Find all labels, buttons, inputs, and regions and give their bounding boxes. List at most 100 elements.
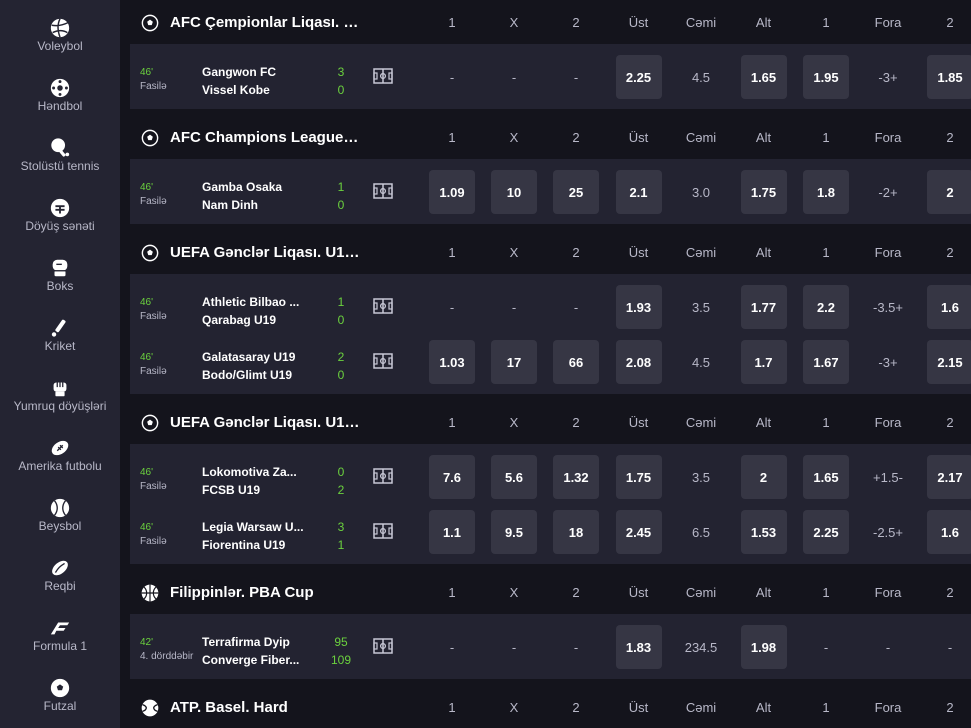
odds-value: -3+	[878, 354, 898, 370]
match-row[interactable]: 42' 4. dörddəbir Terrafirma Dyip Converge F…	[130, 619, 971, 674]
sidebar-item-rugby[interactable]: Reqbi	[0, 547, 120, 607]
sidebar-item-formula-1[interactable]: Formula 1	[0, 607, 120, 667]
league-header: AFC Champions League 2. ... 1 X 2 Üst Cəmi Alt…	[130, 115, 971, 159]
match-time: 46'	[140, 182, 154, 193]
match-teams[interactable]: Galatasaray U19 Bodo/Glimt U19	[202, 348, 320, 384]
odds-button[interactable]: 2.25	[615, 55, 662, 99]
sidebar-item-american-football[interactable]: Amerika futbolu	[0, 427, 120, 487]
odds-button[interactable]: 1.77	[740, 285, 787, 329]
odds-button[interactable]: 1.8	[803, 170, 849, 214]
sidebar-item-boxing[interactable]: Boks	[0, 247, 120, 307]
odds-button[interactable]: 1.67	[803, 340, 849, 384]
field-icon[interactable]	[373, 468, 393, 484]
sidebar-item-martial-arts[interactable]: Döyüş sənəti	[0, 187, 120, 247]
sidebar-item-futsal[interactable]: Futzal	[0, 667, 120, 727]
league-header: AFC Çempionlar Liqası. Gr... 1 X 2 Üst Cəmi Al…	[130, 0, 971, 44]
match-status: Fasilə	[140, 81, 167, 92]
column-header: 1	[448, 245, 456, 260]
sidebar-item-label: Beysbol	[38, 519, 82, 533]
match-teams[interactable]: Legia Warsaw U... Fiorentina U19	[202, 518, 320, 554]
league-title[interactable]: AFC Champions League 2. ...	[170, 129, 360, 146]
odds-button[interactable]: 1.83	[615, 625, 662, 669]
odds-value: -	[573, 639, 579, 655]
odds-button[interactable]: 66	[553, 340, 599, 384]
odds-button[interactable]: 17	[491, 340, 537, 384]
match-teams[interactable]: Terrafirma Dyip Converge Fiber...	[202, 633, 320, 669]
sidebar-item-handball[interactable]: Həndbol	[0, 67, 120, 127]
match-teams[interactable]: Athletic Bilbao ... Qarabag U19	[202, 293, 320, 329]
column-header: 1	[822, 15, 830, 30]
column-header: Fora	[874, 130, 902, 145]
field-icon[interactable]	[373, 638, 393, 654]
odds-button[interactable]: 1.75	[615, 455, 662, 499]
sidebar-item-volleyball[interactable]: Voleybol	[0, 7, 120, 67]
odds-button[interactable]: 5.6	[491, 455, 537, 499]
field-icon[interactable]	[373, 68, 393, 84]
odds-button[interactable]: 2.1	[615, 170, 662, 214]
odds-button[interactable]: 1.65	[740, 55, 787, 99]
odds-button[interactable]: 1.98	[740, 625, 787, 669]
field-icon[interactable]	[373, 353, 393, 369]
odds-button[interactable]: 2.25	[803, 510, 849, 554]
match-teams[interactable]: Gangwon FC Vissel Kobe	[202, 63, 320, 99]
match-row[interactable]: 46' Fasilə Galatasaray U19 Bodo/Glimt U19 2 0…	[130, 334, 971, 389]
odds-button[interactable]: 1.32	[553, 455, 599, 499]
odds-button[interactable]: 1.53	[740, 510, 787, 554]
odds-button[interactable]: 1.95	[803, 55, 849, 99]
odds-button[interactable]: 18	[553, 510, 599, 554]
match-row[interactable]: 46' Fasilə Athletic Bilbao ... Qarabag U19 1…	[130, 279, 971, 334]
league-title[interactable]: UEFA Gənclər Liqası. U19. ...	[170, 244, 360, 261]
odds-button[interactable]: 1.09	[429, 170, 475, 214]
odds-button[interactable]: 1.85	[927, 55, 971, 99]
league-title[interactable]: Filippinlər. PBA Cup	[170, 584, 360, 601]
field-icon[interactable]	[373, 298, 393, 314]
odds-button[interactable]: 1.6	[927, 510, 971, 554]
odds-button[interactable]: 1.75	[740, 170, 787, 214]
odds-value: 6.5	[691, 524, 711, 540]
odds-button[interactable]: 9.5	[491, 510, 537, 554]
match-teams[interactable]: Lokomotiva Za... FCSB U19	[202, 463, 320, 499]
match-teams[interactable]: Gamba Osaka Nam Dinh	[202, 178, 320, 214]
odds-button[interactable]: 1.93	[615, 285, 662, 329]
match-status: Fasilə	[140, 366, 167, 377]
odds-button[interactable]: 2	[927, 170, 971, 214]
odds-button[interactable]: 2.08	[615, 340, 662, 384]
field-icon[interactable]	[373, 523, 393, 539]
odds-button[interactable]: 1.7	[740, 340, 787, 384]
odds-button[interactable]: 1.6	[927, 285, 971, 329]
odds-button[interactable]: 1.65	[803, 455, 849, 499]
column-header: 1	[448, 700, 456, 715]
home-team: Legia Warsaw U...	[202, 520, 304, 534]
odds-button[interactable]: 2.2	[803, 285, 849, 329]
odds-button[interactable]: 2.17	[927, 455, 971, 499]
odds-button[interactable]: 25	[553, 170, 599, 214]
american-football-icon	[49, 437, 71, 459]
league-title[interactable]: ATP. Basel. Hard	[170, 699, 360, 716]
odds-button[interactable]: 2	[740, 455, 787, 499]
odds-button[interactable]: 7.6	[429, 455, 475, 499]
sidebar-item-fist-fights[interactable]: Yumruq döyüşləri	[0, 367, 120, 427]
column-header: Cəmi	[685, 130, 717, 145]
match-score: 30	[326, 63, 356, 99]
match-row[interactable]: 46' Fasilə Gamba Osaka Nam Dinh 1 0 1.09 10 25 2.…	[130, 164, 971, 219]
odds-value: -	[449, 299, 455, 315]
sidebar-item-baseball[interactable]: Beysbol	[0, 487, 120, 547]
column-header: Fora	[874, 245, 902, 260]
match-row[interactable]: 46' Fasilə Lokomotiva Za... FCSB U19 0 2 7.6 5.…	[130, 449, 971, 504]
league-title[interactable]: UEFA Gənclər Liqası. U19. ...	[170, 414, 360, 431]
sidebar-item-table-tennis[interactable]: Stolüstü tennis	[0, 127, 120, 187]
match-status: Fasilə	[140, 536, 167, 547]
league-title[interactable]: AFC Çempionlar Liqası. Gr...	[170, 14, 360, 31]
odds-button[interactable]: 2.15	[927, 340, 971, 384]
odds-button[interactable]: 10	[491, 170, 537, 214]
field-icon[interactable]	[373, 183, 393, 199]
column-header: Alt	[755, 585, 772, 600]
sidebar-item-cricket[interactable]: Kriket	[0, 307, 120, 367]
match-row[interactable]: 46' Fasilə Legia Warsaw U... Fiorentina U19…	[130, 504, 971, 559]
away-score: 1	[337, 538, 345, 552]
match-score: 31	[326, 518, 356, 554]
odds-button[interactable]: 2.45	[615, 510, 662, 554]
odds-button[interactable]: 1.1	[429, 510, 475, 554]
odds-button[interactable]: 1.03	[429, 340, 475, 384]
match-row[interactable]: 46' Fasilə Gangwon FC Vissel Kobe 3 0- - -2.25 4…	[130, 49, 971, 104]
